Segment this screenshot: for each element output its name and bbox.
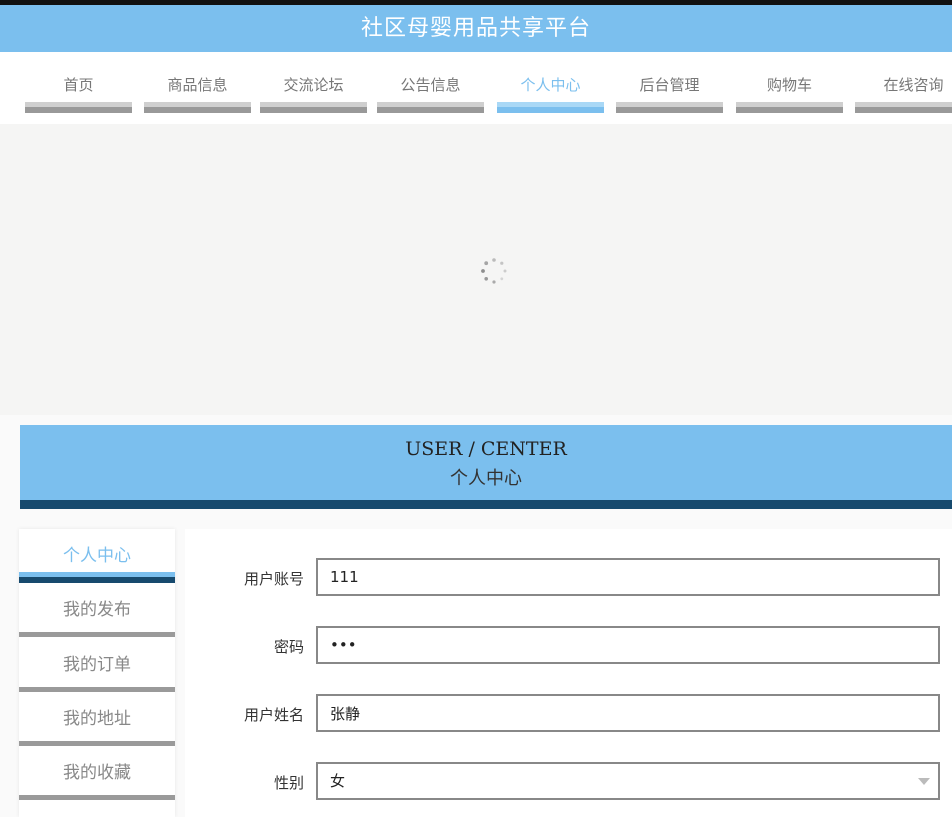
nav-bar-bottom bbox=[616, 107, 723, 113]
nav-item-products[interactable]: 商品信息 bbox=[144, 52, 251, 124]
gender-select-value: 女 bbox=[330, 772, 346, 790]
nav-item-label: 首页 bbox=[63, 76, 94, 94]
sidebar-item-personal-center[interactable]: 个人中心 bbox=[19, 529, 175, 583]
nav-item-admin[interactable]: 后台管理 bbox=[616, 52, 723, 124]
form-row-gender: 性别 女 bbox=[185, 762, 952, 800]
account-field-box bbox=[316, 558, 940, 596]
account-input[interactable] bbox=[330, 560, 926, 594]
chevron-down-icon[interactable] bbox=[918, 778, 930, 785]
sidebar-item-label: 我的订单 bbox=[63, 655, 131, 675]
spinner-icon bbox=[481, 258, 507, 284]
section-underbar bbox=[20, 500, 952, 509]
form-row-password: 密码 bbox=[185, 626, 952, 664]
sidebar-item-bar bbox=[19, 572, 175, 583]
nav-item-label: 后台管理 bbox=[639, 76, 700, 94]
sidebar-item-my-orders[interactable]: 我的订单 bbox=[19, 638, 175, 692]
nav-bar-bottom bbox=[377, 107, 484, 113]
profile-form: 用户账号 密码 用户姓名 性别 女 bbox=[185, 529, 952, 817]
nav-item-personal-center[interactable]: 个人中心 bbox=[497, 52, 604, 124]
sidebar-item-bar bbox=[19, 795, 175, 800]
nav-item-forum[interactable]: 交流论坛 bbox=[260, 52, 367, 124]
nav-bar-bottom bbox=[260, 107, 367, 113]
sidebar-item-my-favorites[interactable]: 我的收藏 bbox=[19, 746, 175, 800]
nav-bar-bottom bbox=[144, 107, 251, 113]
banner-carousel bbox=[0, 124, 952, 415]
name-input[interactable] bbox=[330, 696, 926, 730]
sidebar-item-label: 个人中心 bbox=[63, 546, 131, 566]
password-label: 密码 bbox=[273, 638, 304, 656]
form-row-account: 用户账号 bbox=[185, 558, 952, 596]
sidebar-item-my-address[interactable]: 我的地址 bbox=[19, 692, 175, 746]
account-label: 用户账号 bbox=[243, 570, 304, 588]
sidebar-item-label: 我的发布 bbox=[63, 600, 131, 620]
sidebar-item-label: 我的收藏 bbox=[63, 763, 131, 783]
nav-item-label: 公告信息 bbox=[400, 76, 461, 94]
nav-bar-bottom bbox=[25, 107, 132, 113]
nav-item-cart[interactable]: 购物车 bbox=[736, 52, 843, 124]
section-title-cn: 个人中心 bbox=[450, 468, 522, 489]
nav-item-notices[interactable]: 公告信息 bbox=[377, 52, 484, 124]
nav-bar-bottom bbox=[855, 107, 952, 113]
nav-item-home[interactable]: 首页 bbox=[25, 52, 132, 124]
nav-item-label: 购物车 bbox=[766, 76, 812, 94]
name-field-box bbox=[316, 694, 940, 732]
password-input[interactable] bbox=[330, 628, 926, 662]
section-header: USER / CENTER 个人中心 bbox=[20, 425, 952, 509]
nav-item-label: 个人中心 bbox=[520, 76, 581, 94]
nav-bar-bottom bbox=[497, 107, 604, 113]
sidebar-item-my-posts[interactable]: 我的发布 bbox=[19, 583, 175, 637]
sidebar-item-label: 我的地址 bbox=[63, 709, 131, 729]
form-row-name: 用户姓名 bbox=[185, 694, 952, 732]
gender-label: 性别 bbox=[273, 774, 304, 792]
nav-item-consult[interactable]: 在线咨询 bbox=[855, 52, 952, 124]
site-title: 社区母婴用品共享平台 bbox=[0, 5, 952, 52]
section-title-en: USER / CENTER bbox=[405, 438, 567, 460]
sidebar-item-bar bbox=[19, 632, 175, 637]
nav-bar-bottom bbox=[736, 107, 843, 113]
password-field-box bbox=[316, 626, 940, 664]
nav-item-label: 在线咨询 bbox=[883, 76, 944, 94]
nav-item-label: 交流论坛 bbox=[283, 76, 344, 94]
name-label: 用户姓名 bbox=[243, 706, 304, 724]
main-nav: 首页 商品信息 交流论坛 公告信息 个人中心 后台管理 购物车 在线咨询 bbox=[0, 52, 952, 124]
gender-select[interactable]: 女 bbox=[316, 762, 940, 800]
sidebar-menu: 个人中心 我的发布 我的订单 我的地址 我的收藏 bbox=[19, 529, 175, 817]
nav-item-label: 商品信息 bbox=[167, 76, 228, 94]
